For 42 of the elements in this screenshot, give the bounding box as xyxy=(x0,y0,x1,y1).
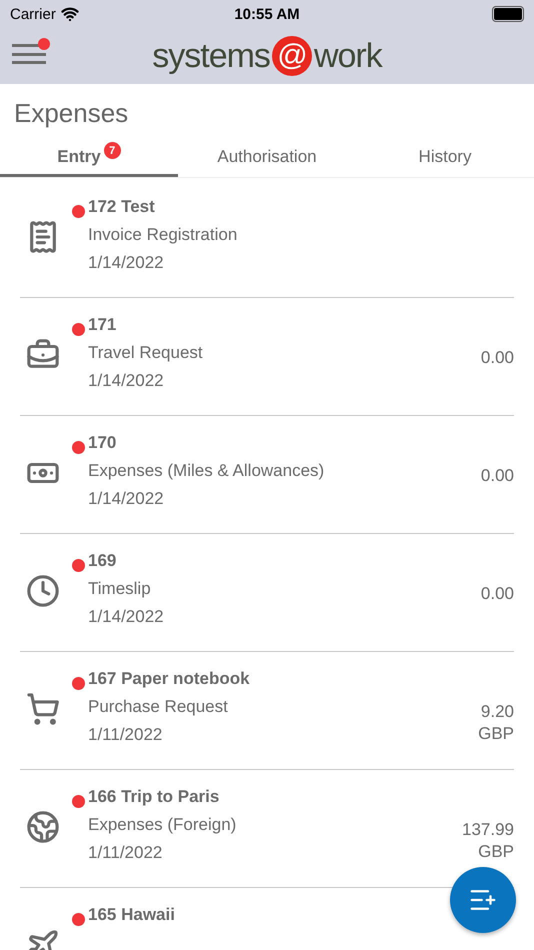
item-title: 171 xyxy=(88,314,118,336)
item-title: 170 xyxy=(88,432,118,454)
tab[interactable]: History xyxy=(356,139,534,177)
item-currency: GBP xyxy=(478,841,514,863)
item-amount: 0.00 xyxy=(480,465,514,487)
item-title: 172 Test xyxy=(88,196,156,218)
item-type: Timeslip xyxy=(88,578,152,600)
item-amount: 9.20 xyxy=(480,701,514,723)
item-title: 169 xyxy=(88,550,118,572)
item-amount: 0.00 xyxy=(480,583,514,605)
logo-mark: @ xyxy=(272,36,312,76)
item-type: Purchase Request xyxy=(88,696,229,718)
item-title: 167 Paper notebook xyxy=(88,668,251,690)
wifi-icon xyxy=(60,5,79,23)
tab[interactable]: Authorisation xyxy=(178,139,356,177)
logo-text: work xyxy=(314,36,382,76)
item-type: Travel Request xyxy=(88,342,204,364)
item-currency: GBP xyxy=(478,723,514,745)
add-button[interactable] xyxy=(450,867,516,933)
item-date: 1/14/2022 xyxy=(88,370,165,392)
page-title: Expenses xyxy=(13,97,130,129)
item-date: 1/14/2022 xyxy=(88,606,165,628)
item-type: Invoice Registration xyxy=(88,224,238,246)
cart-icon xyxy=(26,692,60,726)
item-type: Expenses (Foreign) xyxy=(88,814,238,836)
globe-icon xyxy=(26,810,60,844)
item-date: 1/14/2022 xyxy=(88,488,165,510)
item-amount: 137.99 xyxy=(462,819,514,841)
clock-icon xyxy=(26,574,60,608)
count-badge: 7 xyxy=(104,142,121,159)
item-date: 1/11/2022 xyxy=(88,724,164,746)
item-date: 1/11/2022 xyxy=(88,842,164,864)
battery-icon xyxy=(492,6,524,22)
item-date: 1/14/2022 xyxy=(88,252,165,274)
item-amount: 0.00 xyxy=(480,347,514,369)
carrier-name: Carrier xyxy=(10,6,56,22)
logo-text: systems xyxy=(152,36,270,76)
status-time: 10:55 AM xyxy=(234,6,300,22)
item-title: 165 Hawaii xyxy=(88,904,176,926)
tab[interactable]: Entry 7 xyxy=(0,139,178,177)
item-type: Expenses (Miles & Allowances) xyxy=(88,460,326,482)
item-title: 166 Trip to Paris xyxy=(88,786,220,808)
